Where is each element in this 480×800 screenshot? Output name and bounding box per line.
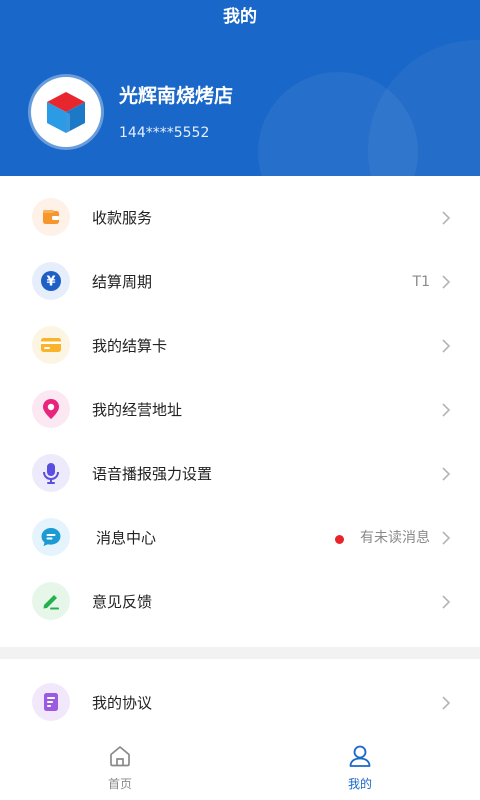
menu-item-settlement-card[interactable]: 我的结算卡 <box>0 314 480 378</box>
tab-label: 首页 <box>107 777 132 791</box>
chevron-right-icon <box>442 403 451 417</box>
menu-item-label: 意见反馈 <box>92 593 153 611</box>
tab-mine[interactable]: 我的 <box>300 743 420 793</box>
menu-item-voice-broadcast[interactable]: 语音播报强力设置 <box>0 442 480 506</box>
tab-home[interactable]: 首页 <box>60 743 180 793</box>
chevron-right-icon <box>442 531 451 545</box>
settlement-cycle-value: T1 <box>412 274 430 290</box>
unread-dot <box>335 535 344 544</box>
chevron-right-icon <box>442 696 451 710</box>
menu-item-label: 语音播报强力设置 <box>92 465 213 483</box>
menu-item-payment-service[interactable]: 收款服务 <box>0 186 480 250</box>
menu-item-business-address[interactable]: 我的经营地址 <box>0 378 480 442</box>
document-icon <box>32 683 70 721</box>
chevron-right-icon <box>442 339 451 353</box>
yuan-icon: ¥ <box>32 262 70 300</box>
card-icon <box>32 326 70 364</box>
phone-number: 144****5552 <box>119 125 210 141</box>
store-name: 光辉南烧烤店 <box>119 85 234 107</box>
menu-item-label: 收款服务 <box>92 209 153 227</box>
microphone-icon <box>32 454 70 492</box>
menu-list: 收款服务 ¥ 结算周期 T1 我的结算卡 我的经营地址 语音播报强力设置 消息中… <box>0 186 480 634</box>
menu-item-label: 我的经营地址 <box>92 401 183 419</box>
store-logo-icon <box>47 92 85 133</box>
menu-item-label: 我的协议 <box>92 694 153 712</box>
tab-label: 我的 <box>347 777 372 791</box>
bottom-tab-bar: 首页 我的 <box>0 735 480 800</box>
menu-item-label: 结算周期 <box>92 273 153 291</box>
chevron-right-icon <box>442 275 451 289</box>
menu-item-feedback[interactable]: 意见反馈 <box>0 570 480 634</box>
menu-item-message-center[interactable]: 消息中心 有未读消息 <box>0 506 480 570</box>
message-icon <box>32 518 70 556</box>
profile-header: 我的 光辉南烧烤店 144****5552 <box>0 0 480 176</box>
menu-item-my-agreement[interactable]: 我的协议 <box>0 671 480 735</box>
svg-text:¥: ¥ <box>46 275 55 290</box>
page-title: 我的 <box>223 7 257 27</box>
chevron-right-icon <box>442 467 451 481</box>
location-pin-icon <box>32 390 70 428</box>
home-icon <box>110 746 130 767</box>
section-divider <box>0 647 480 659</box>
user-icon <box>349 745 371 767</box>
chevron-right-icon <box>442 211 451 225</box>
wallet-icon <box>32 198 70 236</box>
feedback-icon <box>32 582 70 620</box>
menu-item-label: 我的结算卡 <box>92 337 168 355</box>
avatar[interactable] <box>31 77 101 147</box>
header-decoration <box>368 40 480 176</box>
menu-item-label: 消息中心 <box>96 529 157 547</box>
menu-item-settlement-cycle[interactable]: ¥ 结算周期 T1 <box>0 250 480 314</box>
unread-message-status: 有未读消息 <box>360 530 430 546</box>
chevron-right-icon <box>442 595 451 609</box>
